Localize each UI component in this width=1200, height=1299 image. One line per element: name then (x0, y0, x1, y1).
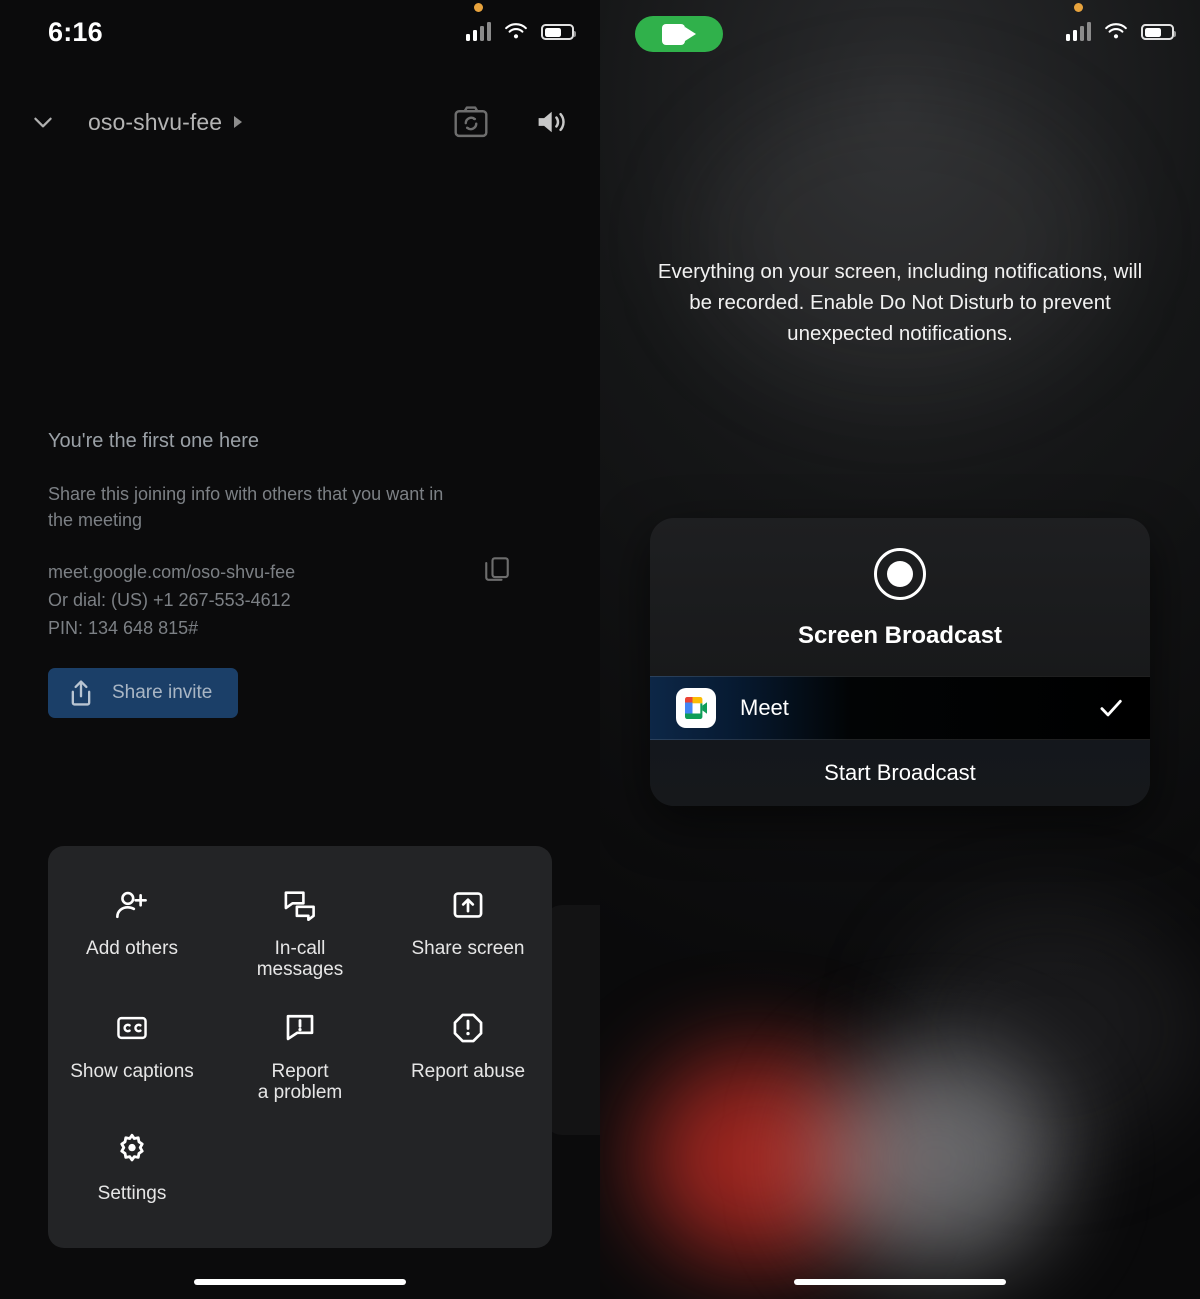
cellular-signal-icon (465, 22, 491, 41)
privacy-recording-dot-icon (1073, 3, 1083, 12)
battery-icon (1141, 24, 1176, 40)
sheet-item-show-captions[interactable]: Show captions (48, 1005, 216, 1110)
battery-icon (541, 24, 576, 40)
status-indicators (1065, 3, 1176, 41)
status-time: 6:16 (48, 16, 103, 47)
sheet-item-label: Share screen (411, 938, 525, 959)
person-add-icon (115, 888, 149, 922)
self-view-tile (544, 905, 600, 1135)
start-broadcast-button[interactable]: Start Broadcast (650, 740, 1150, 806)
chat-bubbles-icon (283, 888, 317, 922)
recording-warning-text: Everything on your screen, including not… (657, 260, 1143, 346)
sheet-item-in-call-messages[interactable]: In-call messages (216, 882, 384, 987)
left-status-bar: 6:16 (0, 0, 600, 64)
closed-captions-icon (115, 1011, 149, 1045)
sheet-item-add-others[interactable]: Add others (48, 882, 216, 987)
first-one-here-heading: You're the first one here (48, 430, 259, 452)
camera-flip-icon[interactable] (454, 106, 488, 138)
sheet-item-label: In-call messages (256, 938, 344, 981)
privacy-recording-dot-icon (473, 3, 483, 12)
dual-screenshot-stage: 6:16 oso-shvu-fee You're the first one h… (0, 0, 1200, 1299)
status-indicators (465, 3, 576, 41)
google-meet-icon (676, 688, 716, 728)
copy-joining-info-button[interactable] (476, 548, 518, 590)
broadcast-title: Screen Broadcast (797, 622, 1003, 649)
sheet-item-report-abuse[interactable]: Report abuse (384, 1005, 552, 1110)
gear-icon (115, 1133, 149, 1167)
broadcast-card-header: Screen Broadcast (650, 518, 1150, 676)
dial-in-text: Or dial: (US) +1 267-553-4612 (48, 590, 291, 611)
report-problem-bubble-icon (283, 1011, 317, 1045)
meeting-header: oso-shvu-fee (0, 96, 600, 148)
cellular-signal-icon (1065, 22, 1091, 41)
record-circle-icon (874, 548, 926, 600)
share-upload-icon (71, 680, 91, 706)
blurred-control-button (816, 1052, 1056, 1267)
wifi-icon (1105, 23, 1127, 39)
sheet-item-label: Report a problem (257, 1060, 343, 1103)
share-invite-label: Share invite (112, 682, 213, 703)
share-invite-button[interactable]: Share invite (48, 668, 239, 718)
chevron-down-icon[interactable] (30, 109, 56, 135)
sheet-item-label: Report abuse (410, 1060, 526, 1082)
share-info-subtext: Share this joining info with others that… (48, 484, 444, 531)
broadcast-app-row-meet[interactable]: Meet (650, 676, 1150, 740)
checkmark-icon (1100, 699, 1122, 717)
copy-icon (485, 557, 509, 581)
meeting-join-info: You're the first one here Share this joi… (48, 430, 548, 643)
sheet-item-report-problem[interactable]: Report a problem (216, 1005, 384, 1110)
meeting-code-title[interactable]: oso-shvu-fee (88, 108, 243, 136)
screen-recording-pill[interactable] (635, 16, 723, 52)
left-phone-screen: 6:16 oso-shvu-fee You're the first one h… (0, 0, 600, 1299)
sheet-item-label: Show captions (70, 1060, 194, 1082)
home-indicator[interactable] (194, 1279, 406, 1285)
header-icon-group (454, 106, 570, 138)
sheet-item-label: Add others (86, 938, 178, 959)
meeting-link-text[interactable]: meet.google.com/oso-shvu-fee (48, 559, 548, 587)
video-camera-icon (662, 23, 696, 45)
triangle-right-icon (234, 116, 243, 128)
right-status-bar (600, 0, 1200, 64)
home-indicator[interactable] (794, 1279, 1006, 1285)
right-phone-screen: Everything on your screen, including not… (600, 0, 1200, 1299)
meeting-code-text: oso-shvu-fee (88, 108, 223, 135)
report-abuse-octagon-icon (451, 1011, 485, 1045)
wifi-icon (505, 23, 527, 39)
sheet-item-label: Settings (97, 1183, 167, 1205)
broadcast-app-name: Meet (740, 695, 789, 720)
screen-broadcast-dialog: Screen Broadcast Meet Start Broadcast (650, 518, 1150, 806)
speaker-volume-icon[interactable] (536, 107, 570, 137)
pin-text: PIN: 134 648 815# (48, 617, 199, 638)
sheet-item-share-screen[interactable]: Share screen (384, 882, 552, 987)
screen-share-arrow-up-icon (451, 888, 485, 922)
sheet-item-settings[interactable]: Settings (48, 1127, 216, 1210)
call-options-sheet: Add others In-call messages Share screen… (48, 846, 552, 1248)
